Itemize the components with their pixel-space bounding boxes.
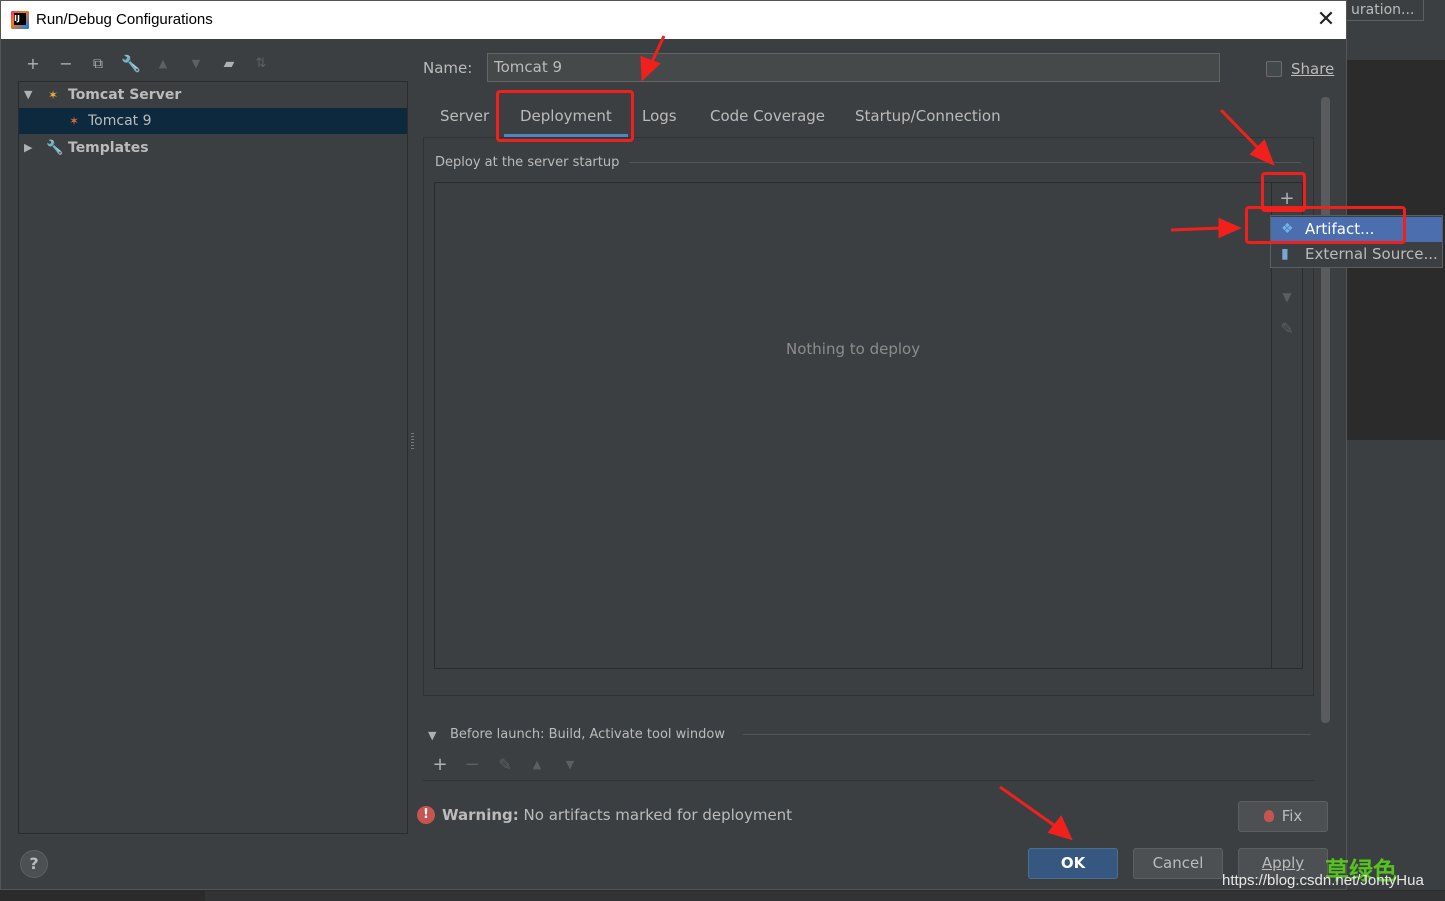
watermark-url: https://blog.csdn.net/JontyHua (1222, 872, 1424, 889)
annotation-arrows (640, 35, 1275, 841)
